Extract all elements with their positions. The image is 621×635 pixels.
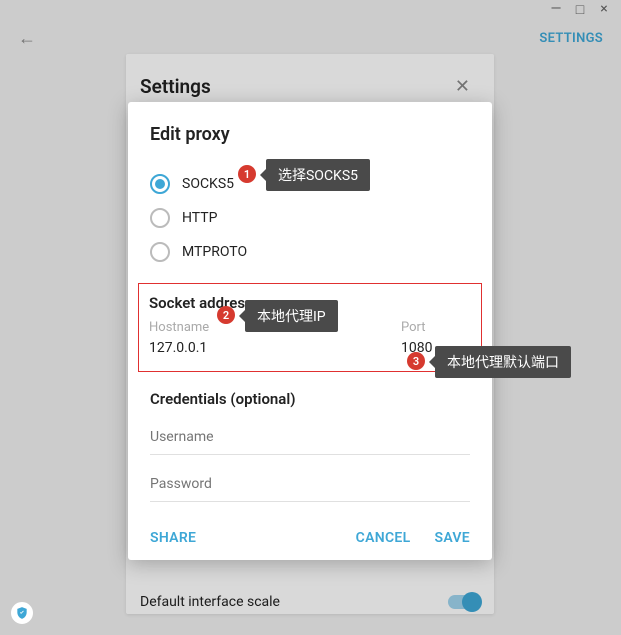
username-input[interactable]	[150, 427, 470, 448]
shield-icon	[10, 601, 34, 625]
share-button[interactable]: SHARE	[150, 530, 196, 546]
annotation-badge-2: 2	[217, 306, 235, 324]
radio-mtproto[interactable]: MTPROTO	[150, 235, 470, 269]
hostname-input[interactable]	[149, 338, 381, 359]
save-button[interactable]: SAVE	[434, 530, 470, 546]
annotation-tooltip-1: 选择SOCKS5	[266, 159, 370, 191]
radio-icon	[150, 174, 170, 194]
annotation-tooltip-3: 本地代理默认端口	[435, 346, 571, 378]
username-field[interactable]	[150, 426, 470, 455]
radio-icon	[150, 242, 170, 262]
dialog-title: Edit proxy	[150, 124, 470, 145]
password-field[interactable]	[150, 473, 470, 502]
cancel-button[interactable]: CANCEL	[356, 530, 411, 546]
radio-http[interactable]: HTTP	[150, 201, 470, 235]
radio-label: MTPROTO	[182, 244, 247, 260]
password-input[interactable]	[150, 474, 470, 495]
annotation-badge-1: 1	[238, 165, 256, 183]
annotation-badge-3: 3	[407, 352, 425, 370]
radio-label: SOCKS5	[182, 176, 234, 192]
annotation-tooltip-2: 本地代理IP	[245, 300, 338, 332]
radio-label: HTTP	[182, 210, 217, 226]
radio-icon	[150, 208, 170, 228]
credentials-title: Credentials (optional)	[150, 390, 470, 408]
port-label: Port	[401, 320, 471, 335]
